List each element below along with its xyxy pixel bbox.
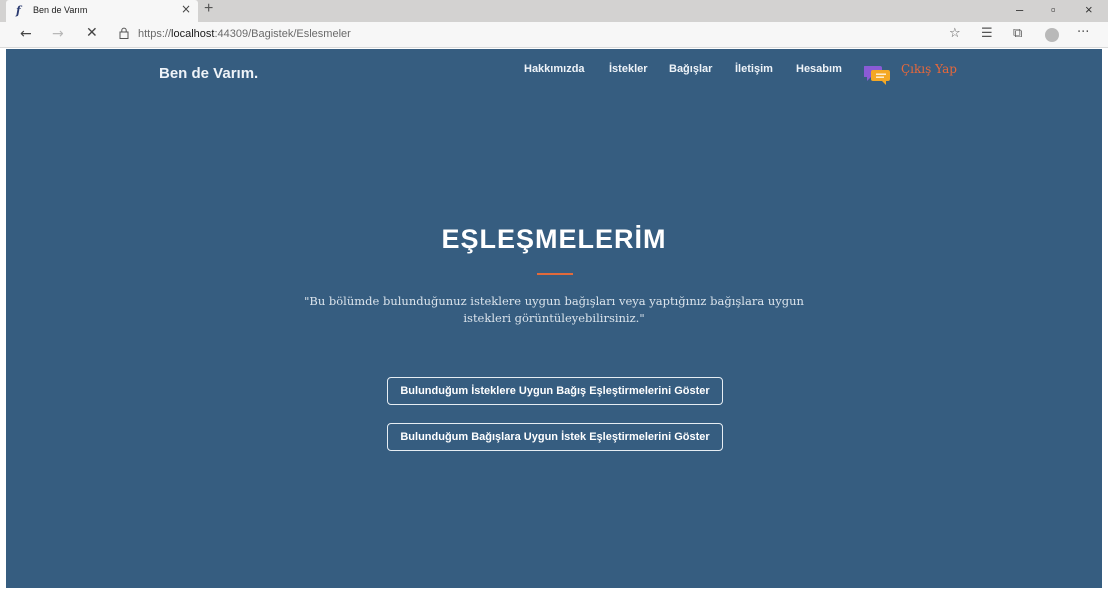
nav-requests[interactable]: İstekler: [609, 63, 648, 75]
minimize-icon[interactable]: –: [1016, 2, 1023, 17]
new-tab-icon[interactable]: +: [204, 0, 213, 18]
site-favicon-icon: f: [16, 4, 21, 17]
nav-donations[interactable]: Bağışlar: [669, 63, 712, 75]
show-donation-matches-button[interactable]: Bulunduğum Bağışlara Uygun İstek Eşleşti…: [387, 423, 723, 451]
url-path: :44309/Bagistek/Eslesmeler: [214, 28, 351, 40]
title-divider: [537, 273, 573, 275]
browser-tab-strip: f Ben de Varım × + – ▫ ×: [0, 0, 1108, 22]
nav-account[interactable]: Hesabım: [796, 63, 842, 75]
url-host: localhost: [171, 28, 215, 40]
site-brand[interactable]: Ben de Varım.: [159, 65, 258, 82]
maximize-icon[interactable]: ▫: [1051, 2, 1056, 17]
close-window-icon[interactable]: ×: [1085, 2, 1093, 17]
profile-icon[interactable]: [1045, 28, 1059, 42]
tab-title: Ben de Varım: [33, 5, 88, 15]
browser-tab[interactable]: f Ben de Varım ×: [6, 0, 198, 22]
page-title: EŞLEŞMELERİM: [441, 224, 667, 254]
chat-icon[interactable]: [864, 63, 892, 85]
page-viewport: Ben de Varım. Hakkımızda İstekler Bağışl…: [6, 49, 1102, 588]
stop-icon[interactable]: ✕: [86, 25, 98, 41]
more-icon[interactable]: ···: [1077, 25, 1089, 40]
browser-address-bar: ← → ✕ https://localhost:44309/Bagistek/E…: [0, 22, 1108, 48]
nav-about[interactable]: Hakkımızda: [524, 63, 585, 75]
lock-icon: [119, 27, 129, 39]
show-request-matches-button[interactable]: Bulunduğum İsteklere Uygun Bağış Eşleşti…: [387, 377, 723, 405]
logout-link[interactable]: Çıkış Yap: [901, 62, 957, 76]
collections-icon[interactable]: ⧉: [1013, 26, 1022, 41]
forward-icon[interactable]: →: [52, 26, 64, 42]
nav-contact[interactable]: İletişim: [735, 63, 773, 75]
tab-close-icon[interactable]: ×: [181, 2, 191, 16]
url-prefix: https://: [138, 28, 172, 40]
page-description: "Bu bölümde bulunduğunuz isteklere uygun…: [304, 294, 804, 325]
back-icon[interactable]: ←: [20, 26, 32, 42]
favorites-icon[interactable]: ☰: [981, 26, 993, 41]
star-icon[interactable]: ☆: [949, 26, 961, 41]
url-field[interactable]: https://localhost:44309/Bagistek/Eslesme…: [138, 28, 351, 40]
